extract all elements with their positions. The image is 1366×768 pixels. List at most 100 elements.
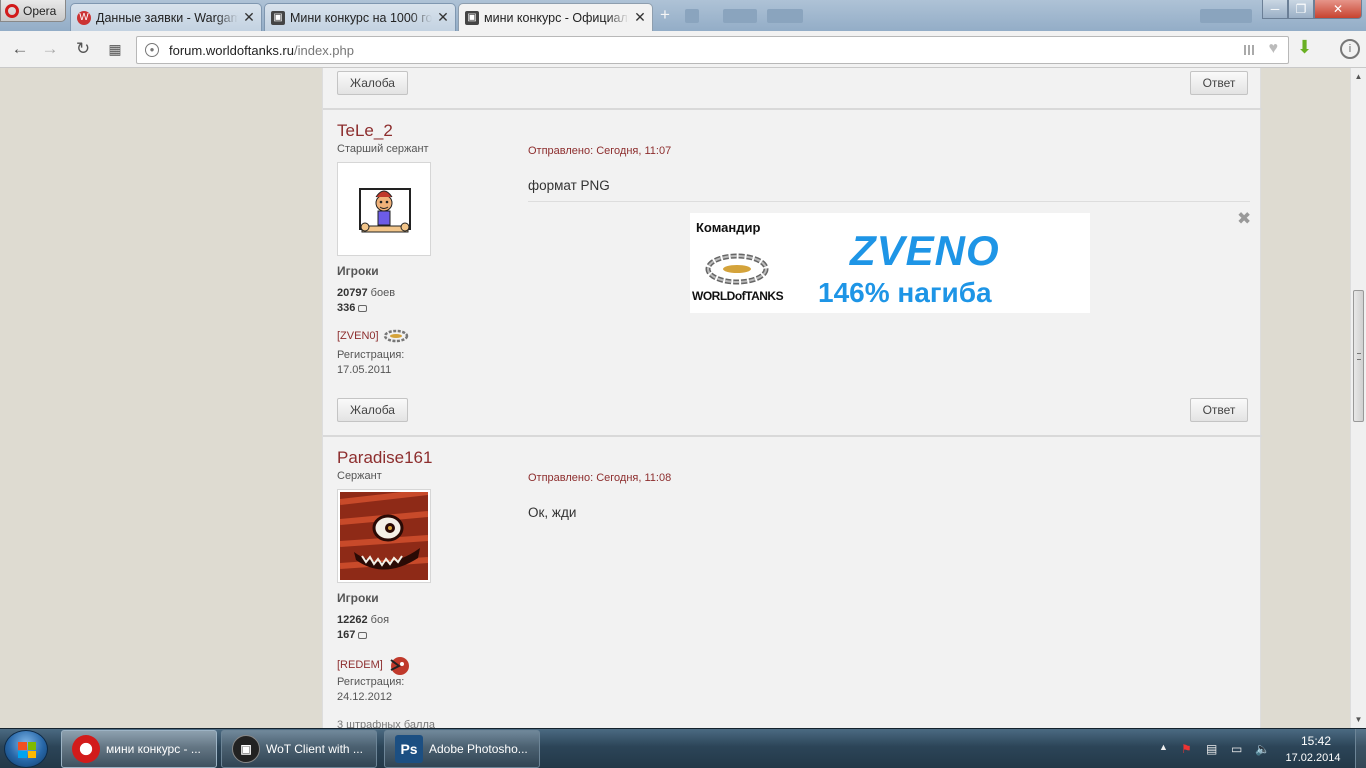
penalty-points: 3 штрафных балла xyxy=(337,719,435,728)
tab-mini-contest-forum[interactable]: ▣ мини конкурс - Официальный форум ✕ xyxy=(458,3,653,31)
clock-date[interactable]: 17.02.2014 xyxy=(1280,752,1346,764)
avatar-red-face-image xyxy=(339,489,429,580)
battles-count: 12262 xyxy=(337,614,368,626)
clan-tag[interactable]: [REDEM] xyxy=(337,654,411,676)
scroll-up-arrow-icon[interactable]: ▲ xyxy=(1351,68,1366,85)
tab-bar-ghost-icon xyxy=(685,9,699,23)
minimize-button[interactable]: ─ xyxy=(1262,0,1288,19)
taskbar-item-label: WoT Client with ... xyxy=(266,742,363,756)
posts-count: 336 xyxy=(337,302,356,314)
tab-wargaming-application[interactable]: W Данные заявки - Wargaming ✕ xyxy=(70,3,262,31)
clan-chain-icon xyxy=(383,329,408,343)
tab-bar-ghost-text xyxy=(1200,9,1252,23)
post-author[interactable]: TeLe_2 xyxy=(337,121,393,141)
post-text: формат PNG xyxy=(528,178,610,193)
reload-icon[interactable]: ↻ xyxy=(72,39,94,59)
post-date[interactable]: Отправлено: Сегодня, 11:08 xyxy=(528,472,671,484)
clock-time[interactable]: 15:42 xyxy=(1286,734,1346,748)
battles-count: 20797 xyxy=(337,287,368,299)
heart-bookmark-icon[interactable]: ♥ xyxy=(1269,40,1279,58)
battles-stat: 20797 боев xyxy=(337,287,395,299)
report-button[interactable]: Жалоба xyxy=(337,71,408,95)
scroll-down-arrow-icon[interactable]: ▼ xyxy=(1351,711,1366,728)
report-button[interactable]: Жалоба xyxy=(337,398,408,422)
usb-device-icon[interactable]: ▤ xyxy=(1206,742,1217,756)
show-desktop-button[interactable] xyxy=(1355,729,1366,768)
scrollbar-grip xyxy=(1357,353,1361,360)
hide-signature-close-icon[interactable]: ✖ xyxy=(1237,209,1251,229)
chain-ring-icon xyxy=(705,253,769,285)
volume-icon[interactable]: 🔈 xyxy=(1255,742,1270,756)
maximize-button[interactable]: ❐ xyxy=(1288,0,1314,19)
posts-stat: 167 xyxy=(337,629,368,641)
post-text: Ок, жди xyxy=(528,505,577,520)
battles-word: боя xyxy=(370,614,390,626)
windows-logo-icon xyxy=(18,742,36,758)
network-icon[interactable]: ▭ xyxy=(1231,742,1242,756)
taskbar-item-opera[interactable]: мини конкурс - ... xyxy=(61,730,217,768)
post-date[interactable]: Отправлено: Сегодня, 11:07 xyxy=(528,145,671,157)
clan-name: [REDEM] xyxy=(337,659,383,671)
post-author[interactable]: Paradise161 xyxy=(337,448,432,468)
tab-close-icon[interactable]: ✕ xyxy=(437,9,449,26)
navigation-bar: ← → ↻ ▦ ● forum.worldoftanks.ru/index.ph… xyxy=(0,31,1366,68)
signature-banner: Командир WORLDofTANKS ZVENO 146% нагиба xyxy=(690,213,1090,313)
address-bar[interactable]: ● forum.worldoftanks.ru/index.php ♥ xyxy=(136,36,1289,64)
photoshop-icon: Ps xyxy=(395,735,423,763)
author-rank: Сержант xyxy=(337,470,382,482)
comment-bubble-icon xyxy=(358,631,368,639)
url-domain: forum.worldoftanks.ru xyxy=(169,42,294,58)
registration-label: Регистрация: xyxy=(337,676,405,688)
menu-circle-icon[interactable]: i xyxy=(1340,39,1360,59)
address-url[interactable]: forum.worldoftanks.ru/index.php xyxy=(169,43,354,58)
speed-dial-icon[interactable]: ▦ xyxy=(104,39,126,59)
vertical-scrollbar[interactable]: ▲ ▼ xyxy=(1350,68,1366,728)
page-viewport: Жалоба Ответ TeLe_2 Старший сержант Игро… xyxy=(0,68,1350,728)
registration-date: 17.05.2011 xyxy=(337,364,392,376)
avatar[interactable] xyxy=(337,489,431,583)
new-tab-button[interactable]: + xyxy=(655,6,675,25)
post-separator xyxy=(323,108,1262,110)
network-error-icon[interactable]: ⚑ xyxy=(1181,742,1192,756)
registration: Регистрация: 17.05.2011 xyxy=(337,348,404,378)
tab-bar-ghost-icon xyxy=(723,9,757,23)
tab-close-icon[interactable]: ✕ xyxy=(243,9,255,26)
windows-taskbar: мини конкурс - ... ▣ WoT Client with ...… xyxy=(0,728,1366,768)
signature-commander-text: Командир xyxy=(696,220,761,235)
comment-bubble-icon xyxy=(358,304,368,312)
wot-client-icon: ▣ xyxy=(232,735,260,763)
download-icon[interactable]: ⬇ xyxy=(1297,37,1312,58)
taskbar-item-wot-client[interactable]: ▣ WoT Client with ... xyxy=(221,730,377,768)
page-grid-icon[interactable] xyxy=(1244,45,1256,55)
reply-button[interactable]: Ответ xyxy=(1190,71,1248,95)
clan-name: [ZVEN0] xyxy=(337,330,379,342)
scrollbar-thumb[interactable] xyxy=(1353,290,1364,422)
clan-tag[interactable]: [ZVEN0] xyxy=(337,329,409,343)
taskbar-item-photoshop[interactable]: Ps Adobe Photosho... xyxy=(384,730,540,768)
back-icon[interactable]: ← xyxy=(9,39,31,59)
signature-wot-logo-text: WORLDofTANKS xyxy=(692,289,784,303)
avatar[interactable] xyxy=(337,162,431,256)
tab-mini-contest-gold[interactable]: ▣ Мини конкурс на 1000 голды ✕ xyxy=(264,3,456,31)
clan-emblem-icon xyxy=(390,657,409,675)
registration-label: Регистрация: xyxy=(337,349,405,361)
reply-button[interactable]: Ответ xyxy=(1190,398,1248,422)
user-group: Игроки xyxy=(337,591,379,605)
tab-close-icon[interactable]: ✕ xyxy=(634,9,646,26)
opera-menu-button[interactable]: Opera xyxy=(0,0,66,22)
taskbar-item-label: Adobe Photosho... xyxy=(429,742,528,756)
close-window-button[interactable]: ✕ xyxy=(1314,0,1362,19)
tray-expand-icon[interactable]: ▲ xyxy=(1159,742,1168,752)
posts-stat: 336 xyxy=(337,302,368,314)
wot-tank-icon: ▣ xyxy=(465,10,479,25)
forward-icon[interactable]: → xyxy=(39,39,61,59)
site-info-icon[interactable]: ● xyxy=(145,43,159,57)
opera-logo-icon xyxy=(5,3,19,18)
battles-word: боев xyxy=(370,287,396,299)
signature-divider xyxy=(528,201,1250,202)
post-separator xyxy=(323,435,1262,437)
start-button[interactable] xyxy=(4,730,48,768)
forum-content: Жалоба Ответ TeLe_2 Старший сержант Игро… xyxy=(322,68,1262,728)
opera-menu-label: Opera xyxy=(23,3,57,18)
tab-title: Мини конкурс на 1000 голды xyxy=(290,10,432,25)
